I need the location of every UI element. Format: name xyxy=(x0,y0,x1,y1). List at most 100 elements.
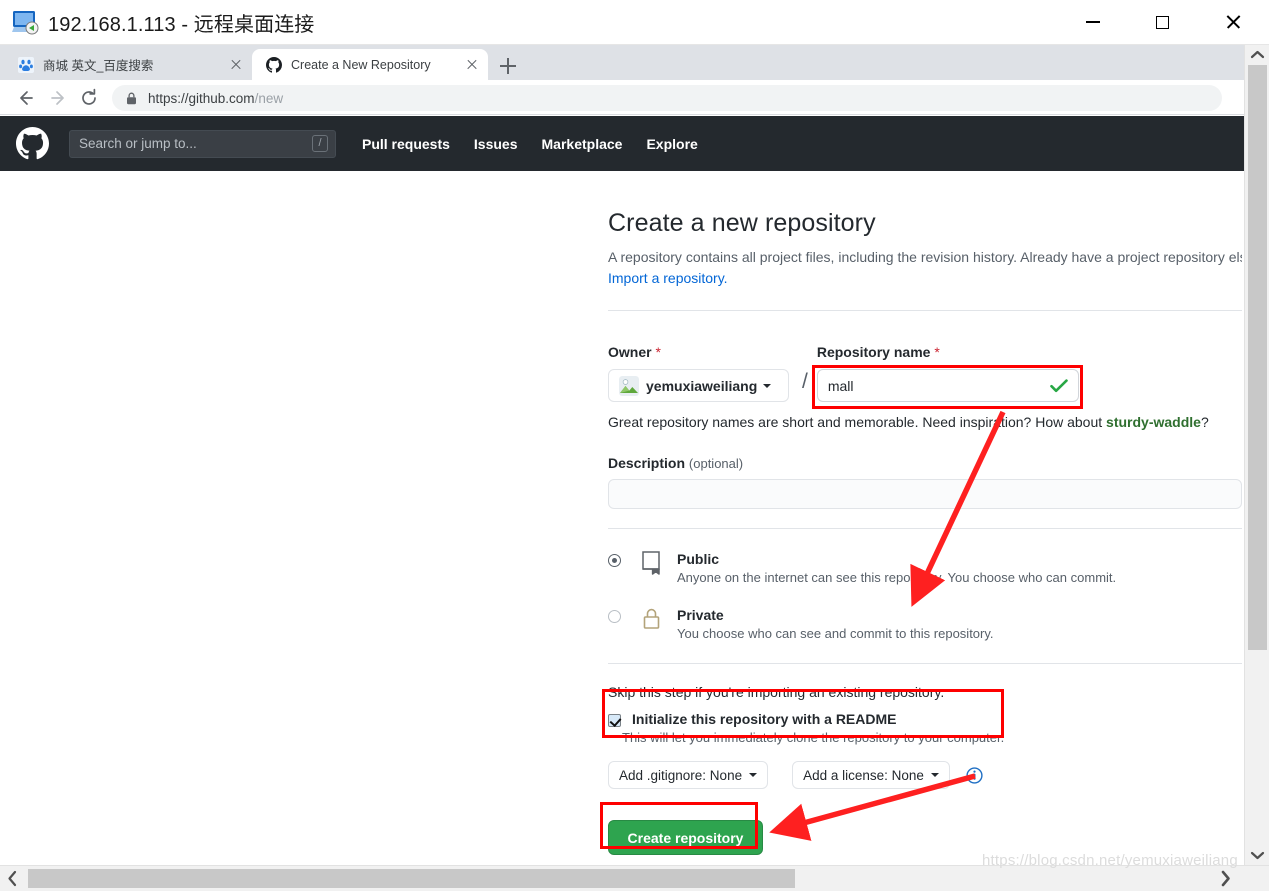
visibility-private-description: You choose who can see and commit to thi… xyxy=(677,626,994,641)
repository-name-hint: Great repository names are short and mem… xyxy=(608,414,1244,430)
hint-suffix: ? xyxy=(1200,414,1209,430)
forward-icon[interactable] xyxy=(48,87,70,109)
readme-text: Initialize this repository with a README xyxy=(632,711,896,727)
description-input[interactable] xyxy=(608,479,1242,509)
close-button[interactable] xyxy=(1210,0,1256,44)
readme-label: Initialize this repository with a README xyxy=(632,711,897,727)
reload-icon[interactable] xyxy=(78,87,100,109)
github-mark-icon[interactable] xyxy=(16,127,49,160)
back-icon[interactable] xyxy=(14,87,36,109)
nav-item-pull-requests[interactable]: Pull requests xyxy=(362,136,450,152)
browser-toolbar: https://github.com/new xyxy=(0,80,1244,115)
window-title-bar: 192.168.1.113 - 远程桌面连接 xyxy=(0,0,1269,45)
skip-note: Skip this step if you're importing an ex… xyxy=(608,684,945,700)
description-label: Description (optional) xyxy=(608,455,1244,471)
browser-tab-strip: 商城 英文_百度搜索 Create a New Repository xyxy=(0,45,1244,80)
scrollbar-corner xyxy=(1244,866,1269,891)
github-icon xyxy=(266,56,282,73)
owner-required-mark: * xyxy=(655,344,661,360)
tab-title: Create a New Repository xyxy=(291,57,431,72)
vertical-scrollbar-thumb[interactable] xyxy=(1248,65,1267,650)
page-body: Create a new repository A repository con… xyxy=(0,171,1244,861)
nav-item-explore[interactable]: Explore xyxy=(646,136,697,152)
check-icon xyxy=(1050,378,1068,392)
horizontal-scrollbar[interactable]: https://blog.csdn.net/yemuxiaweiliang xyxy=(0,852,1269,891)
visibility-option-private[interactable]: Private You choose who can see and commi… xyxy=(608,607,1244,641)
browser-tab-baidu[interactable]: 商城 英文_百度搜索 xyxy=(4,49,252,80)
chevron-down-icon xyxy=(749,773,758,777)
info-icon[interactable] xyxy=(966,766,983,784)
import-repository-link[interactable]: Import a repository. xyxy=(608,270,728,286)
repository-name-value: mall xyxy=(827,377,854,394)
suggested-name[interactable]: sturdy-waddle xyxy=(1106,414,1201,430)
repo-book-icon xyxy=(642,551,660,575)
scroll-down-icon[interactable] xyxy=(1245,845,1269,865)
user-avatar xyxy=(619,375,639,396)
url-domain: https://github.com xyxy=(148,90,255,106)
url-path: /new xyxy=(254,90,284,106)
horizontal-scrollbar-thumb[interactable] xyxy=(28,869,795,888)
address-bar[interactable]: https://github.com/new xyxy=(112,85,1222,111)
create-repository-button[interactable]: Create repository xyxy=(608,820,763,855)
new-tab-button[interactable] xyxy=(496,54,520,78)
scroll-left-icon[interactable] xyxy=(0,866,26,891)
new-repo-form: Create a new repository A repository con… xyxy=(608,209,1244,855)
readme-checkbox[interactable] xyxy=(608,714,621,727)
owner-repo-row: Owner * yemuxiaweiliang / Repository nam… xyxy=(608,344,1244,402)
create-repository-wrap: Create repository xyxy=(608,820,1244,855)
tab-close-icon[interactable] xyxy=(228,57,244,73)
owner-dropdown[interactable]: yemuxiaweiliang xyxy=(608,369,789,402)
license-dropdown-label: Add a license: None xyxy=(803,767,924,783)
nav-item-marketplace[interactable]: Marketplace xyxy=(542,136,623,152)
maximize-button[interactable] xyxy=(1139,0,1185,44)
repository-name-required-mark: * xyxy=(934,344,940,360)
baidu-icon xyxy=(18,56,34,73)
scroll-up-icon[interactable] xyxy=(1245,45,1269,65)
lock-icon xyxy=(127,92,136,104)
template-dropdowns: Add .gitignore: None Add a license: None xyxy=(608,761,1244,789)
divider xyxy=(608,663,1242,664)
remote-desktop-window: 192.168.1.113 - 远程桌面连接 商城 英文_百度搜索 Create… xyxy=(0,0,1269,891)
watermark-text: https://blog.csdn.net/yemuxiaweiliang xyxy=(982,852,1238,869)
description-label-text: Description xyxy=(608,455,686,471)
lock-icon xyxy=(643,608,660,629)
vertical-scrollbar[interactable] xyxy=(1244,45,1269,891)
repository-name-input[interactable]: mall xyxy=(816,369,1079,402)
visibility-public-name: Public xyxy=(677,551,720,567)
owner-repo-separator: / xyxy=(802,370,808,393)
owner-label-text: Owner xyxy=(608,344,652,360)
repository-name-field: Repository name * mall xyxy=(816,344,1079,402)
github-header: Search or jump to... / Pull requests Iss… xyxy=(0,116,1244,171)
tab-title: 商城 英文_百度搜索 xyxy=(43,59,154,73)
radio-public[interactable] xyxy=(608,554,621,567)
gitignore-dropdown[interactable]: Add .gitignore: None xyxy=(608,761,769,789)
search-input[interactable]: Search or jump to... / xyxy=(69,129,336,158)
nav-item-issues[interactable]: Issues xyxy=(474,136,518,152)
page-title: Create a new repository xyxy=(608,209,876,237)
remote-desktop-icon xyxy=(12,11,39,35)
visibility-private-name: Private xyxy=(677,607,724,623)
readme-option[interactable]: Initialize this repository with a README xyxy=(608,711,1244,727)
license-dropdown[interactable]: Add a license: None xyxy=(792,761,950,789)
close-icon xyxy=(1225,14,1241,30)
readme-description: This will let you immediately clone the … xyxy=(622,730,1005,745)
visibility-private-text: Private You choose who can see and commi… xyxy=(677,607,994,641)
tab-close-icon[interactable] xyxy=(464,57,480,73)
minimize-icon xyxy=(1086,21,1100,23)
owner-field: Owner * yemuxiaweiliang xyxy=(608,344,800,402)
subtitle-text: A repository contains all project files,… xyxy=(608,249,1242,265)
scroll-right-icon[interactable] xyxy=(1213,866,1239,891)
window-title: 192.168.1.113 - 远程桌面连接 xyxy=(48,14,315,36)
gitignore-dropdown-label: Add .gitignore: None xyxy=(619,767,743,783)
repository-name-label: Repository name * xyxy=(817,344,1079,360)
visibility-public-description: Anyone on the internet can see this repo… xyxy=(677,570,1117,585)
description-optional-tag: (optional) xyxy=(688,456,744,471)
repository-name-label-text: Repository name xyxy=(816,344,931,360)
visibility-option-public[interactable]: Public Anyone on the internet can see th… xyxy=(608,551,1244,585)
search-shortcut-badge: / xyxy=(312,135,328,152)
radio-private[interactable] xyxy=(608,610,621,623)
browser-tab-github[interactable]: Create a New Repository xyxy=(252,49,488,80)
chevron-down-icon xyxy=(763,383,772,388)
github-nav: Pull requests Issues Marketplace Explore xyxy=(362,136,698,152)
minimize-button[interactable] xyxy=(1070,0,1116,44)
